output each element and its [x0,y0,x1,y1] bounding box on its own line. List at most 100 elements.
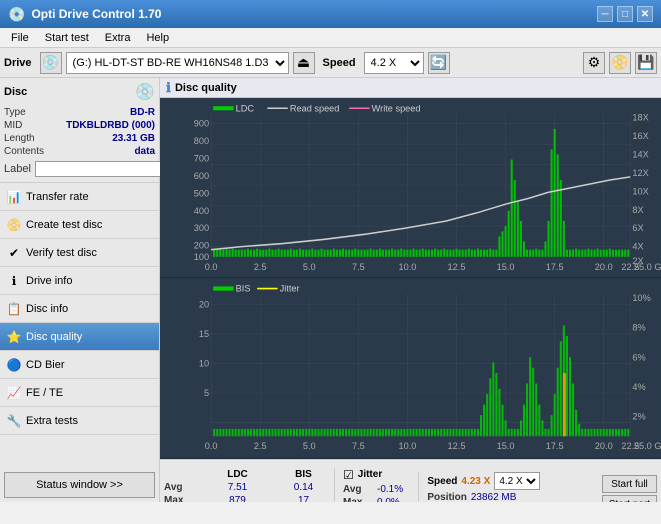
quality-icon: ℹ [166,80,171,96]
disc-action-button[interactable]: 📀 [609,52,631,74]
title-bar: 💿 Opti Drive Control 1.70 ─ □ ✕ [0,0,661,28]
jitter-checkbox[interactable]: ☑ [343,468,354,482]
avg-ldc: 7.51 [210,482,265,493]
speed-select[interactable]: 4.2 X [364,52,424,74]
disc-panel-header: Disc 💿 [4,82,155,102]
maximize-button[interactable]: □ [617,6,633,22]
max-label: Max [164,495,194,502]
start-part-button[interactable]: Start part [602,495,657,502]
disc-icon: 💿 [135,82,155,102]
svg-text:25.0 GB: 25.0 GB [634,262,661,272]
fe-te-icon: 📈 [6,386,22,400]
svg-text:8%: 8% [632,323,645,333]
svg-text:10: 10 [199,359,209,369]
drive-label: Drive [4,57,36,69]
mid-value: TDKBLDRBD (000) [66,120,155,131]
stats-empty-col [164,469,194,480]
svg-text:8X: 8X [632,205,643,215]
minimize-button[interactable]: ─ [597,6,613,22]
drive-info-icon: ℹ [6,274,22,288]
start-full-button[interactable]: Start full [602,475,657,493]
svg-text:4%: 4% [632,382,645,392]
svg-text:15: 15 [199,329,209,339]
sidebar-item-disc-quality[interactable]: ⭐ Disc quality [0,323,159,351]
speed-header: Speed 4.23 X 4.2 X [427,472,540,490]
title-bar-controls: ─ □ ✕ [597,6,653,22]
svg-text:18X: 18X [632,113,648,123]
label-row: Label 🖊 [4,160,155,178]
label-input[interactable] [35,161,173,177]
sidebar-item-cd-bier[interactable]: 🔵 CD Bier [0,351,159,379]
svg-text:600: 600 [194,171,209,181]
svg-text:20.0: 20.0 [595,441,613,451]
content-area: ℹ Disc quality [160,78,661,502]
menu-extra[interactable]: Extra [98,29,138,47]
svg-text:25.0 GB: 25.0 GB [634,441,661,451]
svg-text:12X: 12X [632,168,648,178]
svg-text:5: 5 [204,388,209,398]
svg-text:2.5: 2.5 [254,262,267,272]
close-button[interactable]: ✕ [637,6,653,22]
fe-te-label: FE / TE [26,387,63,399]
save-button[interactable]: 💾 [635,52,657,74]
svg-text:10%: 10% [632,293,650,303]
ldc-col-header: LDC [210,469,265,480]
svg-text:Write speed: Write speed [372,103,421,113]
length-row: Length 23.31 GB [4,132,155,145]
nav-items: 📊 Transfer rate 📀 Create test disc ✔ Ver… [0,183,159,468]
svg-text:100: 100 [194,252,209,262]
svg-text:200: 200 [194,241,209,251]
svg-text:17.5: 17.5 [546,441,564,451]
menu-file[interactable]: File [4,29,36,47]
refresh-button[interactable]: 🔄 [428,52,450,74]
menu-start-test[interactable]: Start test [38,29,96,47]
sidebar-item-transfer-rate[interactable]: 📊 Transfer rate [0,183,159,211]
contents-label: Contents [4,146,44,157]
stats-section: LDC BIS Avg 7.51 0.14 Max 879 17 Total 2… [160,459,661,502]
svg-text:700: 700 [194,154,209,164]
status-window-button[interactable]: Status window >> [4,472,155,498]
svg-text:4X: 4X [632,242,643,252]
sidebar-item-extra-tests[interactable]: 🔧 Extra tests [0,407,159,435]
svg-text:7.5: 7.5 [352,262,365,272]
jitter-col-header: Jitter [358,469,382,480]
cd-bier-label: CD Bier [26,359,65,371]
transfer-rate-label: Transfer rate [26,191,89,203]
svg-text:6%: 6% [632,353,645,363]
create-test-disc-icon: 📀 [6,218,22,232]
drive-icon-btn[interactable]: 💿 [40,52,62,74]
quality-header: ℹ Disc quality [160,78,661,98]
svg-text:300: 300 [194,223,209,233]
jitter-header-row: ☑ Jitter [343,468,410,482]
sidebar-item-create-test-disc[interactable]: 📀 Create test disc [0,211,159,239]
svg-text:15.0: 15.0 [497,262,515,272]
speed-label: Speed [319,57,360,69]
sidebar-item-disc-info[interactable]: 📋 Disc info [0,295,159,323]
speed-section: Speed 4.23 X 4.2 X Position 23862 MB Sam… [418,472,540,502]
contents-value: data [134,146,155,157]
disc-section-label: Disc [4,86,27,98]
eject-button[interactable]: ⏏ [293,52,315,74]
menu-help[interactable]: Help [139,29,176,47]
stats-main: LDC BIS Avg 7.51 0.14 Max 879 17 Total 2… [164,469,326,502]
svg-text:900: 900 [194,119,209,129]
sidebar-item-drive-info[interactable]: ℹ Drive info [0,267,159,295]
svg-text:800: 800 [194,136,209,146]
mid-label: MID [4,120,22,131]
settings-button[interactable]: ⚙ [583,52,605,74]
drive-info-label: Drive info [26,275,72,287]
length-label: Length [4,133,35,144]
drive-select[interactable]: (G:) HL-DT-ST BD-RE WH16NS48 1.D3 [66,52,289,74]
speed-selector[interactable]: 4.2 X [494,472,540,490]
svg-text:2%: 2% [632,412,645,422]
svg-text:14X: 14X [632,149,648,159]
ldc-chart: 900 800 700 600 500 400 300 200 100 18X … [160,98,661,278]
disc-quality-label: Disc quality [26,331,82,343]
label-label: Label [4,163,31,175]
title-bar-text: Opti Drive Control 1.70 [31,7,161,21]
sidebar-item-verify-test-disc[interactable]: ✔ Verify test disc [0,239,159,267]
svg-text:500: 500 [194,188,209,198]
app-icon: 💿 [8,6,25,23]
sidebar-item-fe-te[interactable]: 📈 FE / TE [0,379,159,407]
svg-text:12.5: 12.5 [448,262,466,272]
